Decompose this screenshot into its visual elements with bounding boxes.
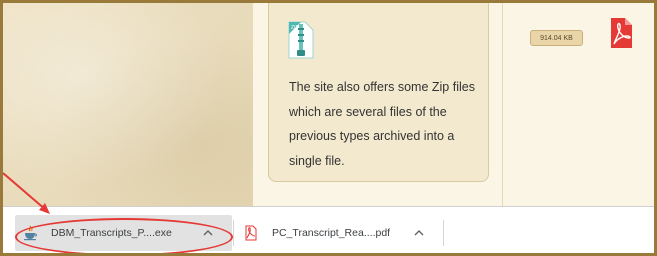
info-text: The site also offers some Zip files whic…: [289, 80, 475, 168]
download-item-pc-transcript[interactable]: PC_Transcript_Rea....pdf: [236, 215, 436, 251]
column-divider: [502, 3, 503, 206]
download-item-name: PC_Transcript_Rea....pdf: [272, 227, 391, 239]
chevron-up-icon[interactable]: [412, 226, 426, 240]
screenshot-frame: ZIP The site also offers some Zip files …: [0, 0, 657, 256]
pdf-file-icon: [245, 225, 257, 241]
highlight-ellipse: [15, 218, 233, 253]
zip-info-card: ZIP The site also offers some Zip files …: [268, 3, 489, 182]
file-size-badge: 914.04 KB: [530, 30, 583, 46]
zip-file-icon[interactable]: ZIP: [287, 20, 315, 60]
pdf-file-icon[interactable]: [607, 16, 635, 50]
download-separator: [443, 220, 444, 246]
download-separator: [233, 220, 234, 246]
parchment-background: [3, 3, 253, 206]
